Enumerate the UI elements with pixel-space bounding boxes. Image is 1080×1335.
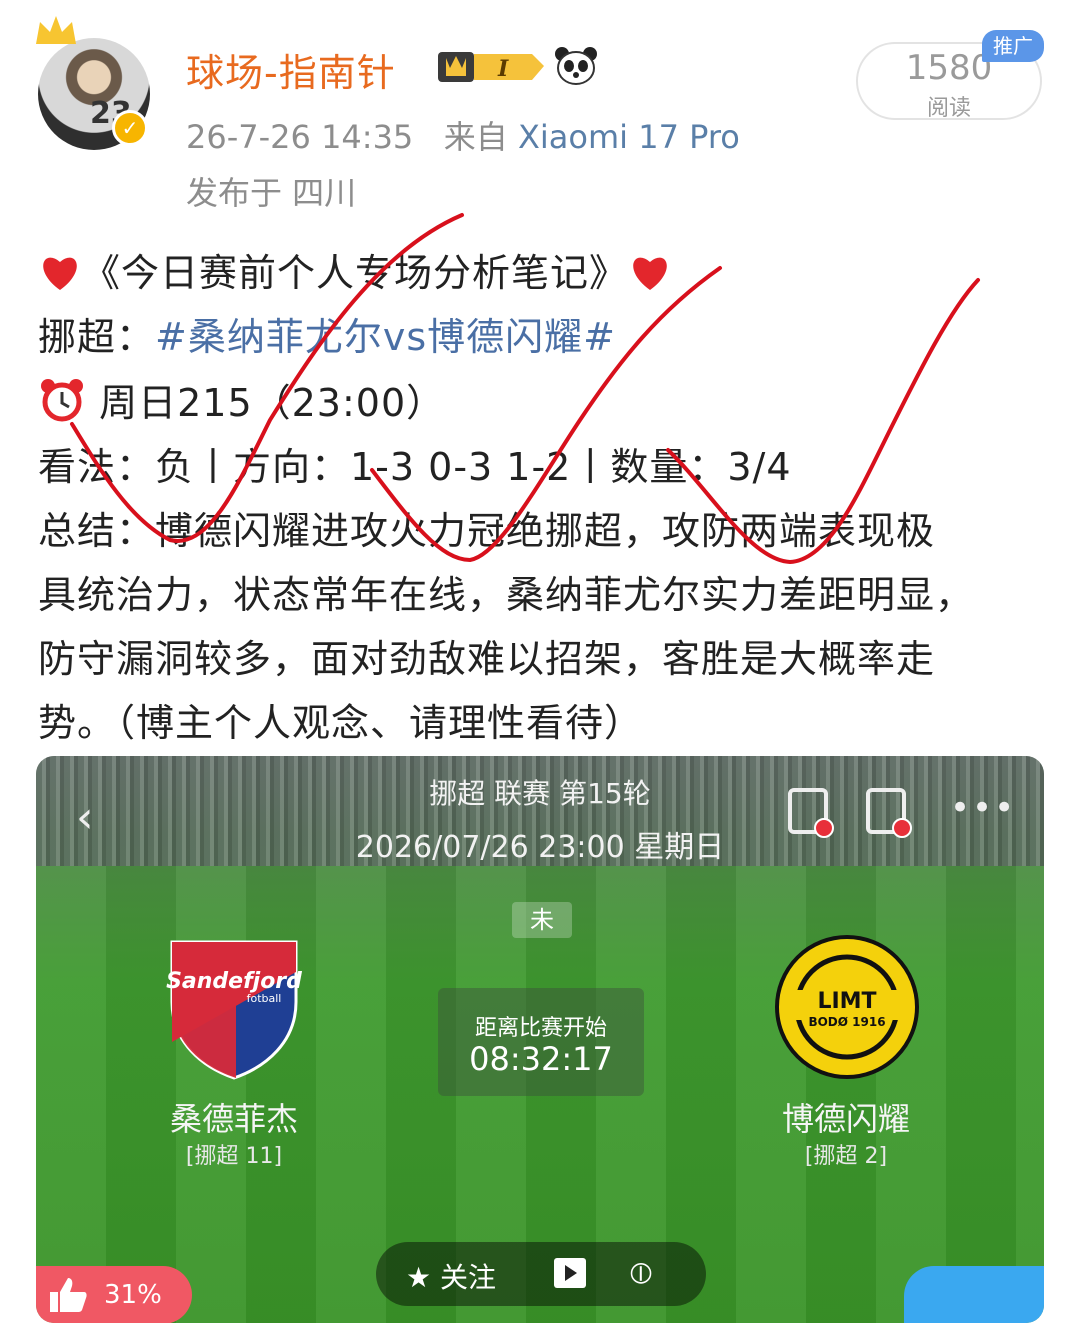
verified-icon: ✓ — [112, 110, 148, 146]
heart-icon — [633, 257, 667, 290]
level-badge-text: I — [497, 56, 509, 82]
follow-button[interactable]: ★ 关注 — [406, 1256, 496, 1296]
league-label: 挪超： — [38, 315, 156, 359]
summary-line-2: 具统治力，状态常年在线，桑纳菲尤尔实力差距明显， — [38, 573, 975, 617]
blue-corner-decoration — [904, 1266, 1044, 1323]
prediction-line: 看法：负丨方向：1-3 0-3 1-2丨数量：3/4 — [38, 445, 792, 489]
bodo-glimt-logo: LIMT BODØ 1916 — [775, 935, 919, 1079]
post-title: 《今日赛前个人专场分析笔记》 — [82, 251, 629, 295]
follow-label: 关注 — [440, 1261, 497, 1294]
bodo-logo-text: LIMT — [817, 989, 876, 1014]
heart-icon — [43, 257, 77, 290]
league-line: 挪超：#桑纳菲尤尔vs博德闪耀# — [38, 306, 616, 361]
post-location: 发布于 四川 — [186, 174, 357, 212]
views-label: 阅读 — [926, 96, 971, 121]
alarm-clock-icon — [41, 379, 83, 422]
stadium-icon[interactable] — [866, 788, 912, 838]
away-team-league: [挪超 2] — [804, 1144, 888, 1169]
username[interactable]: 球场-指南针 — [186, 42, 396, 97]
match-hashtag[interactable]: #桑纳菲尤尔vs博德闪耀# — [155, 315, 616, 359]
bodo-logo-subtext: BODØ 1916 — [808, 1015, 885, 1029]
play-icon[interactable] — [554, 1258, 586, 1288]
star-icon: ★ — [406, 1261, 432, 1294]
card-action-bar: ★ 关注 ⦶ — [376, 1242, 706, 1306]
home-team-name[interactable]: 桑德菲杰 — [114, 1094, 354, 1140]
summary-line-4: 势。（博主个人观念、请理性看待） — [38, 701, 644, 745]
thumbs-up-icon — [50, 1278, 87, 1312]
match-status: 未 — [512, 902, 572, 938]
crown-icon — [36, 16, 76, 44]
post-time: 26-7-26 14:35 — [186, 118, 414, 156]
device-link[interactable]: Xiaomi 17 Pro — [518, 118, 740, 156]
source-prefix: 来自 — [443, 118, 508, 156]
post-title-line: 《今日赛前个人专场分析笔记》 — [38, 242, 672, 297]
time-line: 周日215（23:00） — [38, 372, 445, 427]
like-percent: 31% — [104, 1280, 162, 1310]
summary-line-1: 总结：博德闪耀进攻火力冠绝挪超，攻防两端表现极 — [38, 509, 936, 553]
countdown-time: 08:32:17 — [469, 1040, 613, 1078]
panda-icon — [555, 47, 597, 85]
post-meta: 26-7-26 14:35 来自 Xiaomi 17 Pro — [186, 112, 740, 158]
countdown-box: 距离比赛开始 08:32:17 — [438, 988, 644, 1096]
like-badge[interactable]: 31% — [36, 1266, 192, 1323]
pitch-icon[interactable] — [788, 788, 834, 838]
more-icon[interactable]: ••• — [950, 788, 1016, 828]
sandefjord-logo: Sandefjord fotball — [166, 940, 302, 1080]
countdown-label: 距离比赛开始 — [474, 1016, 607, 1041]
promo-tag: 推广 — [982, 30, 1044, 62]
match-card-image[interactable]: ‹ 挪超 联赛 第15轮 2026/07/26 23:00 星期日 ••• 未 … — [36, 756, 1044, 1323]
home-team-league: [挪超 11] — [185, 1144, 283, 1169]
sandefjord-logo-subtext: fotball — [247, 992, 282, 1005]
away-team-name[interactable]: 博德闪耀 — [726, 1094, 966, 1140]
summary-line-3: 防守漏洞较多，面对劲敌难以招架，客胜是大概率走 — [38, 637, 936, 681]
sandefjord-logo-text: Sandefjord — [166, 969, 302, 994]
match-time: 周日215（23:00） — [99, 381, 446, 425]
split-icon[interactable]: ⦶ — [630, 1256, 652, 1291]
level-badge-icon: I — [438, 52, 544, 82]
